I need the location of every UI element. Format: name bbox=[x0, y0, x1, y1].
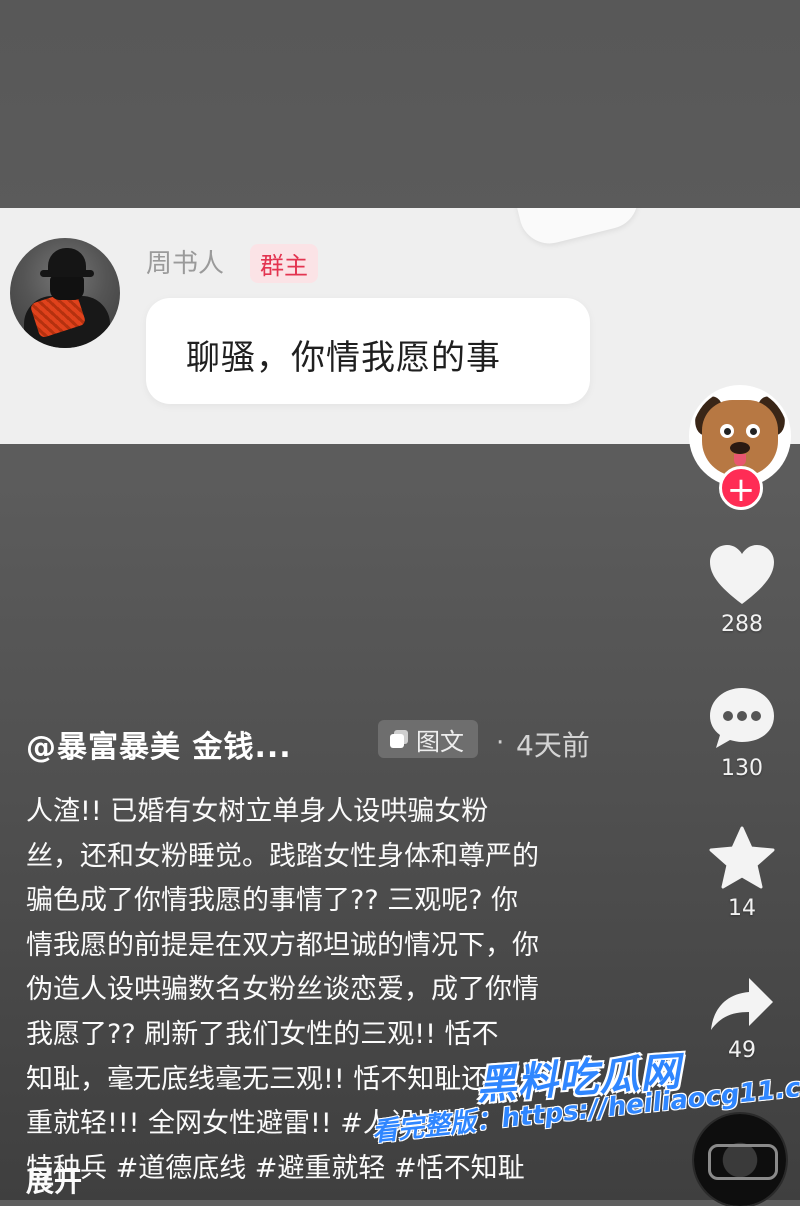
chat-message-bubble: 聊骚，你情我愿的事 bbox=[146, 298, 590, 404]
caption-line: 伪造人设哄骗数名女粉丝谈恋爱，成了你情 bbox=[26, 974, 539, 1006]
heart-icon bbox=[710, 545, 774, 604]
caption-line: 丝，还和女粉睡觉。践踏女性身体和尊严的 bbox=[26, 840, 539, 872]
post-type-chip: 图文 bbox=[378, 720, 478, 758]
share-count: 49 bbox=[728, 1038, 756, 1063]
chat-user-name: 周书人 bbox=[146, 249, 225, 279]
share-button[interactable]: 49 bbox=[700, 976, 784, 1063]
follow-button[interactable]: + bbox=[719, 466, 763, 510]
caption-line: 情我愿的前提是在双方都坦诚的情况下，你 bbox=[26, 929, 539, 961]
share-arrow-icon bbox=[711, 978, 773, 1030]
favorite-button[interactable]: 14 bbox=[700, 826, 784, 921]
chat-decor-shape bbox=[515, 208, 645, 250]
post-meta-row: @暴富暴美 金钱... 图文 · 4天前 bbox=[26, 718, 666, 766]
chat-user-avatar bbox=[10, 238, 120, 348]
like-count: 288 bbox=[721, 612, 763, 637]
star-icon bbox=[709, 826, 775, 889]
caption-line: 特种兵 #道德底线 #避重就轻 #恬不知耻 bbox=[26, 1152, 525, 1184]
comment-bubble-icon bbox=[710, 688, 774, 748]
caption-line: 骗色成了你情我愿的事情了?? 三观呢? 你 bbox=[26, 885, 519, 917]
post-time: 4天前 bbox=[516, 729, 590, 762]
drone-thumbnail-icon bbox=[708, 1144, 778, 1180]
meta-separator: · bbox=[496, 728, 505, 758]
chat-message-text: 聊骚，你情我愿的事 bbox=[186, 338, 501, 378]
author-name[interactable]: @暴富暴美 金钱... bbox=[26, 722, 292, 766]
expand-caption-button[interactable]: 展开 bbox=[26, 1160, 82, 1200]
group-owner-badge: 群主 bbox=[250, 244, 318, 283]
favorite-count: 14 bbox=[728, 896, 756, 921]
post-type-label: 图文 bbox=[416, 727, 464, 756]
comment-button[interactable]: 130 bbox=[700, 686, 784, 781]
music-disc[interactable] bbox=[694, 1114, 786, 1206]
image-text-icon bbox=[390, 730, 408, 748]
like-button[interactable]: 288 bbox=[700, 544, 784, 637]
caption-line: 人渣!! 已婚有女树立单身人设哄骗女粉 bbox=[26, 796, 489, 827]
comment-count: 130 bbox=[721, 756, 763, 781]
